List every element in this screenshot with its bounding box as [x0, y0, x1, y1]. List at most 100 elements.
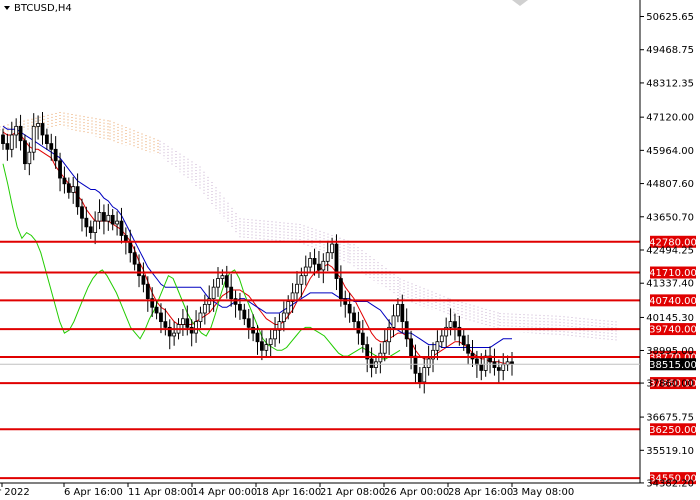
candle-body: [88, 226, 93, 233]
candle-body: [75, 186, 80, 208]
candle-body: [308, 258, 313, 268]
candle-body: [286, 301, 291, 314]
time-axis: 4 Apr 2022 6 Apr 16:00 11 Apr 08:0014 Apr …: [0, 483, 574, 498]
candle-body: [198, 312, 203, 323]
price-axis: 50625.65 49468.75 48312.35 47120.00 45964.00…: [640, 12, 694, 489]
candle-body: [360, 332, 365, 345]
candle-body: [391, 315, 396, 328]
level-tag-label: 40740.00: [649, 296, 697, 307]
candle-body: [58, 160, 62, 179]
candle-body: [194, 321, 198, 334]
time-tick-label: 4 Apr 2022: [0, 487, 30, 498]
price-tick-label: 50625.65: [646, 12, 694, 23]
candle-body: [49, 143, 54, 150]
candle-body: [159, 312, 163, 323]
time-tick-label: 28 Apr 16:00: [448, 487, 513, 498]
candle-body: [404, 321, 409, 340]
candle-body: [80, 206, 84, 219]
price-tick-label: 44807.60: [646, 179, 694, 190]
candle-body: [299, 275, 304, 285]
candle-body: [264, 344, 269, 351]
candle-body: [102, 212, 106, 222]
time-tick-label: 14 Apr 00:00: [192, 487, 257, 498]
time-tick-label: 26 Apr 00:00: [384, 487, 449, 498]
candle-body: [44, 134, 49, 144]
candle-body: [211, 286, 216, 300]
candles: [1, 111, 514, 394]
price-tick-label: 47120.00: [646, 113, 694, 124]
candle-body: [303, 266, 308, 277]
price-tick-label: 43650.70: [646, 212, 694, 223]
candle-body: [347, 303, 352, 314]
candle-body: [14, 125, 19, 136]
candle-body: [9, 134, 14, 150]
price-tick-label: 49468.75: [646, 45, 694, 56]
candle-body: [216, 278, 220, 288]
price-tick-label: 37860.00: [646, 379, 694, 390]
candle-body: [246, 318, 251, 328]
candle-body: [132, 252, 137, 265]
horizontal-levels[interactable]: 42780.0041710.0040740.0039740.0038770.00…: [0, 235, 697, 485]
candle-body: [325, 252, 330, 262]
candle-body: [71, 186, 76, 193]
candle-body: [145, 283, 150, 300]
symbol-title: BTCUSD,H4: [14, 3, 72, 14]
level-tag-label: 39740.00: [649, 325, 697, 336]
candle-body: [330, 243, 334, 254]
candle-body: [439, 335, 444, 343]
price-tick-label: 36675.75: [646, 413, 694, 424]
candle-body: [453, 321, 457, 328]
candle-body: [84, 217, 89, 228]
time-tick-label: 6 Apr 16:00: [64, 487, 123, 498]
candle-body: [31, 125, 36, 153]
candle-body: [400, 303, 405, 323]
candle-body: [409, 338, 413, 357]
time-tick-label: 3 May 08:00: [512, 487, 574, 498]
scroll-marker-icon[interactable]: [512, 0, 528, 6]
chevron-down-icon[interactable]: [4, 6, 10, 10]
candle-body: [317, 263, 321, 271]
candle-body: [448, 321, 453, 328]
candle-body: [1, 134, 5, 144]
price-tick-label: 38995.00: [646, 346, 694, 357]
candle-body: [119, 220, 124, 236]
candle-body: [36, 123, 41, 127]
candle-body: [220, 275, 225, 279]
candle-body: [501, 364, 506, 371]
candle-body: [369, 358, 374, 368]
time-tick-label: 21 Apr 08:00: [320, 487, 385, 498]
candle-body: [356, 321, 361, 334]
candle-body: [312, 258, 317, 265]
candle-body: [106, 214, 111, 222]
candle-body: [202, 303, 207, 314]
candle-body: [110, 214, 115, 225]
candle-body: [123, 235, 128, 242]
current-price-label: 38515.00: [649, 360, 697, 371]
candle-body: [461, 335, 466, 345]
candle-body: [426, 358, 431, 368]
price-tick-label: 41337.40: [646, 279, 694, 290]
candle-body: [128, 240, 133, 254]
candle-body: [93, 220, 98, 233]
candle-body: [396, 303, 400, 317]
candle-body: [273, 329, 277, 340]
candle-body: [53, 148, 58, 162]
candle-body: [62, 177, 67, 185]
candle-body: [137, 263, 141, 277]
price-tick-label: 42494.25: [646, 245, 694, 256]
btcusd-h4-chart[interactable]: 42780.0041710.0040740.0039740.0038770.00…: [0, 0, 700, 500]
candle-body: [255, 332, 260, 343]
candle-body: [417, 372, 422, 383]
candle-body: [172, 332, 177, 337]
time-tick-label: 18 Apr 16:00: [256, 487, 321, 498]
candle-body: [259, 341, 264, 351]
candle-body: [479, 364, 484, 371]
candle-body: [23, 140, 27, 165]
candle-body: [483, 355, 488, 371]
level-tag-label: 36250.00: [649, 425, 697, 436]
candle-body: [338, 278, 343, 300]
candle-body: [185, 318, 190, 328]
candle-body: [40, 123, 45, 136]
current-price: 38515.00: [0, 358, 697, 371]
candle-body: [27, 151, 32, 165]
